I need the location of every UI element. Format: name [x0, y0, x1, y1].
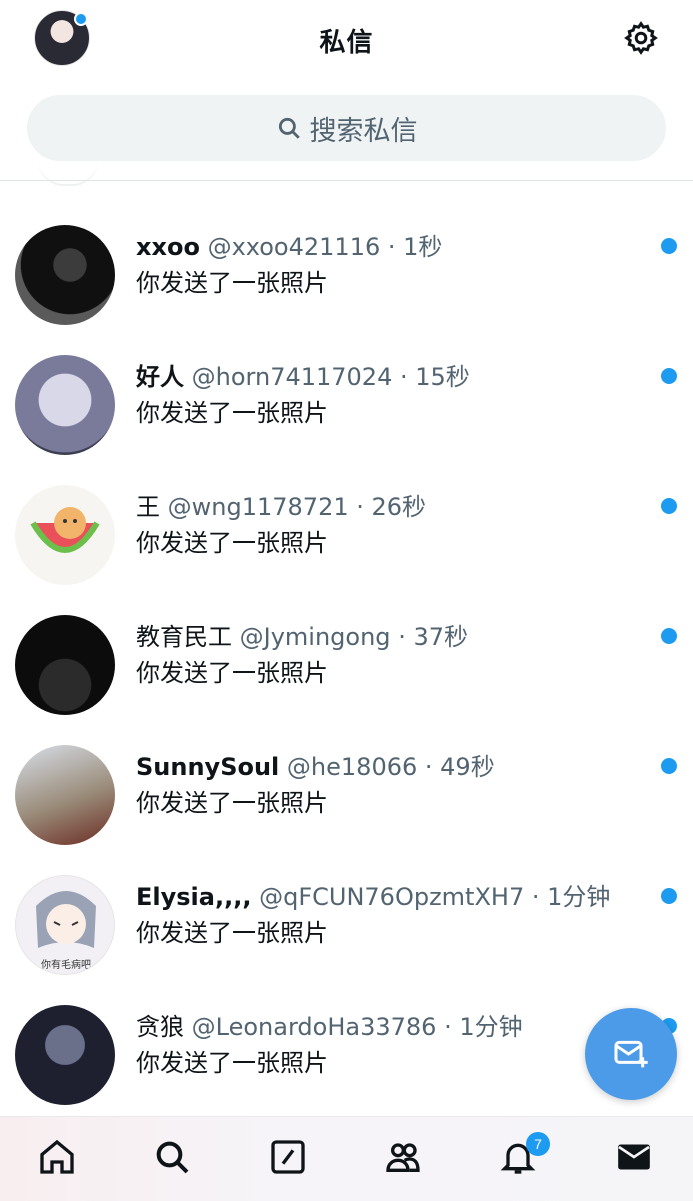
unread-dot [661, 238, 677, 254]
conversation-row[interactable]: 教育民工 @Jymingong · 37秒 你发送了一张照片 [0, 595, 693, 725]
sender-handle: @xxoo421116 [207, 233, 381, 261]
communities-icon[interactable] [383, 1137, 423, 1177]
sender-handle: @qFCUN76OpzmtXH7 [259, 883, 525, 911]
avatar[interactable] [15, 745, 115, 845]
sender-handle: @Jymingong [239, 623, 391, 651]
notification-badge: 7 [526, 1132, 550, 1156]
top-bar: 私信 [0, 0, 693, 80]
sender-name: SunnySoul [136, 753, 280, 781]
sender-handle: @LeonardoHa33786 [191, 1013, 437, 1041]
compose-post-icon[interactable] [268, 1137, 308, 1177]
avatar-caption: 你有毛病吧 [41, 958, 91, 971]
sender-name: 贪狼 [136, 1013, 184, 1041]
conversation-list: xxoo @xxoo421116 · 1秒 你发送了一张照片 好人 @horn7… [0, 205, 693, 1115]
sender-handle: @wng1178721 [167, 493, 349, 521]
sender-name: 好人 [136, 363, 184, 391]
message-preview: 你发送了一张照片 [136, 659, 328, 687]
message-preview: 你发送了一张照片 [136, 529, 328, 557]
timestamp: · 49秒 [424, 753, 495, 781]
search-placeholder: 搜索私信 [309, 115, 418, 147]
avatar[interactable] [15, 485, 115, 585]
unread-dot [661, 628, 677, 644]
scrolled-row-edge [38, 160, 98, 186]
unread-dot [661, 888, 677, 904]
sender-name: Elysia,,,, [136, 883, 252, 911]
message-preview: 你发送了一张照片 [136, 919, 328, 947]
timestamp: · 1分钟 [444, 1013, 523, 1041]
sender-handle: @he18066 [286, 753, 418, 781]
search-icon[interactable] [152, 1137, 192, 1177]
message-preview: 你发送了一张照片 [136, 399, 328, 427]
bottom-nav [0, 1116, 693, 1201]
avatar[interactable] [15, 615, 115, 715]
conversation-row[interactable]: 王 @wng1178721 · 26秒 你发送了一张照片 [0, 465, 693, 595]
unread-dot [661, 758, 677, 774]
timestamp: · 37秒 [398, 623, 468, 651]
conversation-row[interactable]: SunnySoul @he18066 · 49秒 你发送了一张照片 [0, 725, 693, 855]
avatar[interactable]: 你有毛病吧 [15, 875, 115, 975]
anime-avatar-icon: 你有毛病吧 [36, 891, 96, 971]
search-icon [278, 117, 300, 139]
new-message-button[interactable] [585, 1008, 677, 1100]
sender-handle: @horn74117024 [191, 363, 393, 391]
watermelon-cat-icon [30, 507, 100, 553]
avatar[interactable] [15, 355, 115, 455]
avatar[interactable] [15, 1005, 115, 1105]
home-icon[interactable] [37, 1137, 77, 1177]
conversation-row[interactable]: xxoo @xxoo421116 · 1秒 你发送了一张照片 [0, 205, 693, 335]
sender-name: xxoo [136, 233, 200, 261]
timestamp: · 1秒 [387, 233, 443, 261]
message-preview: 你发送了一张照片 [136, 269, 328, 297]
gear-icon[interactable] [623, 20, 659, 56]
conversation-row[interactable]: 你有毛病吧 Elysia,,,, @qFCUN76OpzmtXH7 · 1分钟 … [0, 855, 693, 985]
timestamp: · 15秒 [400, 363, 470, 391]
timestamp: · 1分钟 [531, 883, 611, 911]
divider [0, 180, 693, 181]
new-message-icon [614, 1040, 648, 1068]
unread-dot [661, 368, 677, 384]
message-preview: 你发送了一张照片 [136, 1049, 328, 1077]
search-input[interactable]: 搜索私信 [27, 95, 666, 161]
sender-name: 王 [136, 493, 160, 521]
avatar[interactable] [15, 225, 115, 325]
sender-name: 教育民工 [136, 623, 232, 651]
conversation-row[interactable]: 好人 @horn74117024 · 15秒 你发送了一张照片 [0, 335, 693, 465]
page-title: 私信 [319, 28, 374, 58]
message-preview: 你发送了一张照片 [136, 789, 328, 817]
messages-icon[interactable] [614, 1137, 654, 1177]
timestamp: · 26秒 [356, 493, 427, 521]
unread-dot [661, 498, 677, 514]
